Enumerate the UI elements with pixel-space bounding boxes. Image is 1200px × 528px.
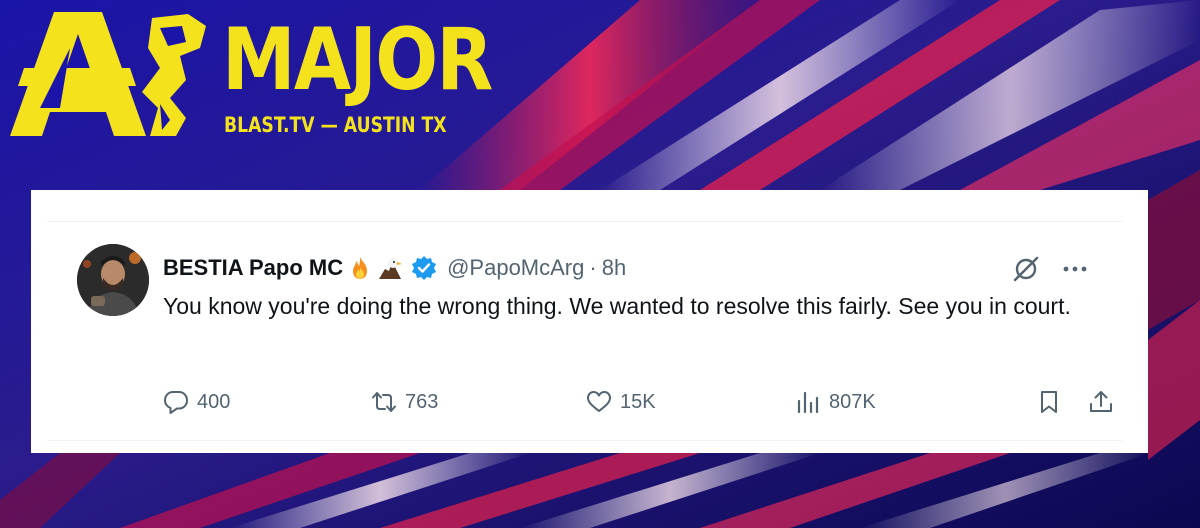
share-icon bbox=[1090, 391, 1112, 412]
avatar[interactable] bbox=[77, 244, 149, 316]
user-handle[interactable]: @PapoMcArg bbox=[447, 255, 584, 281]
tweet-actions: 400 763 15K 807K bbox=[163, 385, 1112, 419]
timestamp[interactable]: 8h bbox=[602, 255, 626, 281]
views-icon bbox=[797, 391, 819, 414]
like-button[interactable]: 15K bbox=[586, 385, 656, 419]
repost-count: 763 bbox=[405, 390, 439, 413]
logo-major-text: MAJOR bbox=[222, 10, 493, 110]
like-count: 15K bbox=[620, 390, 656, 413]
views-count: 807K bbox=[829, 390, 876, 413]
tweet-card[interactable]: BESTIA Papo MC @PapoMcArg · 8h You know … bbox=[31, 190, 1148, 453]
verified-badge-icon[interactable] bbox=[411, 255, 437, 281]
views-button[interactable]: 807K bbox=[795, 385, 876, 419]
bookmark-button[interactable] bbox=[1036, 385, 1062, 419]
reply-count: 400 bbox=[197, 390, 231, 413]
divider bbox=[47, 221, 1122, 222]
repost-button[interactable]: 763 bbox=[371, 385, 438, 419]
reply-icon bbox=[164, 391, 188, 414]
reply-button[interactable]: 400 bbox=[163, 385, 230, 419]
logo-subtitle: BLAST.TV — AUSTIN TX bbox=[224, 113, 447, 137]
separator-dot: · bbox=[589, 255, 597, 280]
more-icon[interactable] bbox=[1059, 254, 1091, 284]
tweet-text: You know you're doing the wrong thing. W… bbox=[163, 293, 1071, 319]
blast-major-logo: MAJOR BLAST.TV — AUSTIN TX bbox=[10, 8, 493, 140]
heart-icon bbox=[587, 391, 611, 412]
share-button[interactable] bbox=[1088, 385, 1114, 419]
eagle-emoji bbox=[377, 255, 403, 281]
tweet-header: BESTIA Papo MC @PapoMcArg · 8h bbox=[163, 252, 626, 284]
avatar-image bbox=[77, 244, 149, 316]
bookmark-icon bbox=[1041, 391, 1057, 413]
display-name[interactable]: BESTIA Papo MC bbox=[163, 255, 343, 281]
divider bbox=[47, 440, 1122, 441]
austin-logo-mark bbox=[10, 12, 206, 136]
fire-emoji bbox=[347, 255, 373, 281]
grok-icon[interactable] bbox=[1011, 254, 1041, 284]
repost-icon bbox=[372, 392, 396, 412]
